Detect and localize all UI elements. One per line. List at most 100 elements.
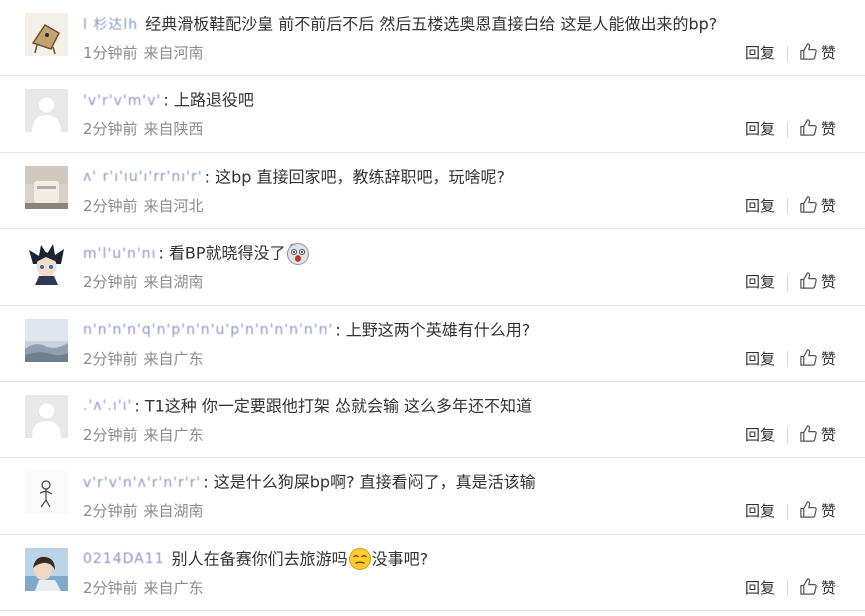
- username-colon: :: [204, 167, 210, 187]
- comment-item: ʌ' r'ı'ıu'ı'rr'nı'r': 这bp 直接回家吧，教练辞职吧，玩啥…: [0, 153, 865, 230]
- comment-text: 上野这两个英雄有什么用?: [345, 320, 531, 340]
- comment-time: 2分钟前: [83, 196, 138, 215]
- comment-text: 上路退役吧: [173, 90, 254, 110]
- like-label: 赞: [820, 196, 836, 215]
- comment-item: .'ʌ'.ı'ı': T1这种 你一定要跟他打架 怂就会输 这么多年还不知道 2…: [0, 382, 865, 459]
- comment-time: 2分钟前: [83, 349, 138, 368]
- action-divider: [786, 351, 788, 368]
- comment-list: l 杉达lh 经典滑板鞋配沙皇 前不前后不后 然后五楼选奥恩直接白给 这是人能做…: [0, 0, 865, 616]
- comment-time: 2分钟前: [83, 425, 138, 444]
- action-divider: [786, 121, 788, 138]
- like-button[interactable]: 赞: [799, 271, 836, 292]
- username-colon: :: [158, 243, 164, 263]
- username-link[interactable]: m'l'u'n'nı: [83, 241, 156, 267]
- username-link[interactable]: l 杉达lh: [83, 12, 138, 38]
- action-divider: [786, 198, 788, 215]
- reply-button[interactable]: 回复: [745, 273, 775, 291]
- thumbs-up-icon: [799, 424, 818, 443]
- sketch-avatar-icon: [25, 471, 68, 515]
- thumbs-up-icon: [799, 118, 818, 137]
- action-divider: [786, 274, 788, 291]
- avatar[interactable]: [25, 89, 68, 133]
- like-label: 赞: [820, 44, 836, 62]
- anime-avatar-icon: [25, 242, 68, 286]
- reply-button[interactable]: 回复: [745, 426, 775, 444]
- username-link[interactable]: n'n'n'n'q'n'p'n'n'u'p'n'n'n'n'n'n': [83, 317, 333, 343]
- avatar[interactable]: [25, 394, 68, 438]
- comment-time: 2分钟前: [83, 273, 138, 292]
- sky-avatar-icon: [25, 318, 68, 362]
- like-label: 赞: [820, 578, 836, 597]
- username-link[interactable]: ʌ' r'ı'ıu'ı'rr'nı'r': [83, 164, 203, 190]
- avatar[interactable]: [25, 318, 68, 362]
- like-button[interactable]: 赞: [799, 348, 836, 368]
- comment-time: 2分钟前: [83, 120, 138, 139]
- comment-location: 来自河北: [143, 196, 204, 215]
- username-colon: :: [203, 472, 209, 492]
- like-label: 赞: [820, 120, 836, 139]
- like-button[interactable]: 赞: [799, 196, 836, 215]
- comment-location: 来自湖南: [143, 502, 204, 521]
- avatar[interactable]: [25, 242, 68, 286]
- like-button[interactable]: 赞: [799, 424, 836, 444]
- thumbs-up-icon: [799, 348, 818, 367]
- comment-location: 来自广东: [143, 425, 204, 444]
- default-avatar-icon: [25, 394, 68, 438]
- like-label: 赞: [820, 502, 836, 521]
- comment-text-tail: 没事吧?: [371, 549, 429, 569]
- comment-item: l 杉达lh 经典滑板鞋配沙皇 前不前后不后 然后五楼选奥恩直接白给 这是人能做…: [0, 0, 865, 77]
- like-label: 赞: [820, 349, 836, 368]
- username-link[interactable]: 'v'r'v'm'v': [83, 88, 161, 114]
- comment-item: m'l'u'n'nı: 看BP就晓得没了 2分钟前 来自湖南 回复 赞: [0, 229, 865, 306]
- shocked-emoji-icon: [286, 242, 310, 266]
- comment-text: 经典滑板鞋配沙皇 前不前后不后 然后五楼选奥恩直接白给 这是人能做出来的bp?: [145, 14, 718, 34]
- username-link[interactable]: v'r'v'n'ʌ'r'n'r'r': [83, 470, 201, 496]
- thumbs-up-icon: [799, 500, 818, 519]
- avatar[interactable]: [25, 13, 68, 56]
- action-divider: [786, 580, 788, 597]
- username-link[interactable]: .'ʌ'.ı'ı': [83, 393, 132, 419]
- reply-button[interactable]: 回复: [745, 502, 775, 520]
- like-label: 赞: [820, 273, 836, 292]
- like-button[interactable]: 赞: [799, 118, 836, 139]
- like-button[interactable]: 赞: [799, 577, 836, 597]
- cartoon-avatar-icon: [25, 13, 68, 56]
- comment-text: 看BP就晓得没了: [168, 243, 286, 263]
- comment-time: 2分钟前: [83, 578, 138, 597]
- comment-item: 0214DA11 别人在备赛你们去旅游吗 没事吧? 2分钟前 来自广东 回复 赞: [0, 535, 865, 612]
- action-divider: [786, 45, 788, 62]
- thumbs-up-icon: [799, 42, 818, 61]
- comment-text: T1这种 你一定要跟他打架 怂就会输 这么多年还不知道: [144, 396, 533, 416]
- comment-location: 来自河南: [143, 44, 204, 62]
- comment-time: 1分钟前: [83, 44, 138, 62]
- like-label: 赞: [820, 425, 836, 444]
- comment-time: 2分钟前: [83, 502, 138, 521]
- avatar[interactable]: [25, 165, 68, 209]
- comment-item: n'n'n'n'q'n'p'n'n'u'p'n'n'n'n'n'n': 上野这两…: [0, 306, 865, 382]
- reply-button[interactable]: 回复: [745, 579, 775, 597]
- comment-item: 'v'r'v'm'v': 上路退役吧 2分钟前 来自陕西 回复 赞: [0, 76, 865, 153]
- reply-button[interactable]: 回复: [745, 350, 775, 368]
- comment-text: 别人在备赛你们去旅游吗: [171, 549, 348, 569]
- girl-avatar-icon: [25, 547, 68, 591]
- thumbs-up-icon: [799, 577, 818, 596]
- thumbs-up-icon: [799, 271, 818, 290]
- default-avatar-icon: [25, 89, 68, 133]
- comment-location: 来自湖南: [143, 273, 204, 292]
- username-colon: :: [335, 320, 341, 340]
- comment-location: 来自广东: [143, 578, 204, 597]
- smirk-emoji-icon: [348, 547, 372, 571]
- like-button[interactable]: 赞: [799, 500, 836, 521]
- like-button[interactable]: 赞: [799, 42, 836, 62]
- avatar[interactable]: [25, 471, 68, 515]
- username-link[interactable]: 0214DA11: [83, 546, 165, 572]
- comment-item: v'r'v'n'ʌ'r'n'r'r': 这是什么狗屎bp啊? 直接看闷了，真是活…: [0, 458, 865, 535]
- avatar[interactable]: [25, 547, 68, 591]
- reply-button[interactable]: 回复: [745, 44, 775, 62]
- username-colon: :: [163, 90, 169, 110]
- comment-text: 这是什么狗屎bp啊? 直接看闷了，真是活该输: [213, 472, 536, 492]
- action-divider: [786, 503, 788, 520]
- username-colon: :: [134, 396, 140, 416]
- reply-button[interactable]: 回复: [745, 120, 775, 138]
- reply-button[interactable]: 回复: [745, 197, 775, 215]
